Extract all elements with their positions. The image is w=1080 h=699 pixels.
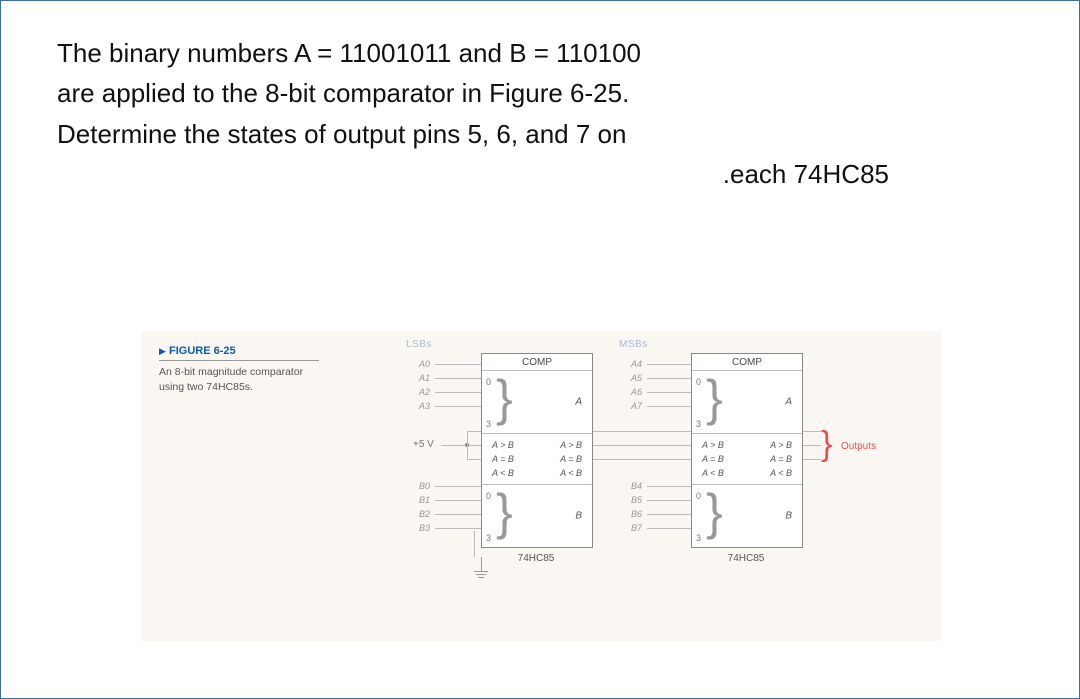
wire: [435, 514, 481, 515]
wire: [435, 378, 481, 379]
pin-b4: B4: [631, 481, 642, 491]
wire: [647, 500, 691, 501]
pin-num-3: 3: [486, 417, 491, 431]
pin-a7: A7: [631, 401, 642, 411]
brace-icon: }: [496, 373, 513, 423]
figure-label: FIGURE 6-25: [169, 345, 236, 357]
line4: .each 74HC85: [723, 159, 889, 189]
mid-l: A > B: [492, 438, 514, 452]
vcc-label: +5 V: [413, 439, 434, 450]
mid-l: A < B: [492, 466, 514, 480]
pin-b3: B3: [419, 523, 430, 533]
mid-l: A = B: [702, 452, 724, 466]
chip-lsb: COMP 0 3 } A A > B A > B A = B A = B A < B…: [481, 353, 593, 548]
mid-l: A = B: [492, 452, 514, 466]
pin-a5: A5: [631, 373, 642, 383]
cascade-wire: [591, 431, 691, 432]
output-brace-icon: }: [821, 427, 832, 461]
group-a: A: [785, 397, 792, 408]
wire: [435, 392, 481, 393]
pin-num-0: 0: [696, 375, 701, 389]
wire: [647, 378, 691, 379]
wire: [647, 486, 691, 487]
pin-num-3: 3: [696, 531, 701, 545]
group-a: A: [575, 397, 582, 408]
pin-a2: A2: [419, 387, 430, 397]
problem-text: The binary numbers A = 11001011 and B = …: [1, 1, 1079, 194]
mid-l: A > B: [702, 438, 724, 452]
chip-title: COMP: [482, 354, 592, 371]
pin-num-0: 0: [696, 489, 701, 503]
pin-a1: A1: [419, 373, 430, 383]
pin-num-0: 0: [486, 489, 491, 503]
pin-b0: B0: [419, 481, 430, 491]
pin-a4: A4: [631, 359, 642, 369]
pin-num-3: 3: [696, 417, 701, 431]
caption-desc2: using two 74HC85s.: [159, 380, 339, 395]
wire: [435, 486, 481, 487]
pin-num-0: 0: [486, 375, 491, 389]
pin-b2: B2: [419, 509, 430, 519]
line1: The binary numbers A = 11001011 and B = …: [57, 38, 641, 68]
pin-num-3: 3: [486, 531, 491, 545]
msbs-header: MSBs: [619, 339, 648, 350]
wire-vcc: [441, 445, 481, 446]
output-wire: [801, 445, 821, 446]
output-wire: [801, 459, 821, 460]
mid-r: A < B: [560, 466, 582, 480]
caption-rule: [159, 360, 319, 361]
outputs-label: Outputs: [841, 441, 876, 452]
brace-icon: }: [706, 487, 723, 537]
brace-icon: }: [706, 373, 723, 423]
lsbs-header: LSBs: [406, 339, 432, 350]
chip-name-1: 74HC85: [481, 553, 591, 564]
wire: [435, 500, 481, 501]
chip-name-2: 74HC85: [691, 553, 801, 564]
brace-icon: }: [496, 487, 513, 537]
wire-vcc-v: [467, 431, 468, 459]
line2: are applied to the 8-bit comparator in F…: [57, 78, 629, 108]
chip-msb: COMP 0 3 } A A > B A > B A = B A = B A < B…: [691, 353, 803, 548]
caption-desc1: An 8-bit magnitude comparator: [159, 365, 339, 380]
pin-b7: B7: [631, 523, 642, 533]
mid-r: A = B: [770, 452, 792, 466]
wire: [647, 364, 691, 365]
cascade-wire: [591, 445, 691, 446]
wire: [435, 364, 481, 365]
cascade-wire: [591, 459, 691, 460]
figure-6-25: ▶ FIGURE 6-25 An 8-bit magnitude compara…: [141, 331, 941, 641]
line3: Determine the states of output pins 5, 6…: [57, 119, 626, 149]
wire-gnd: [474, 531, 475, 557]
mid-l: A < B: [702, 466, 724, 480]
wire-vcc-top: [467, 431, 481, 432]
mid-r: A > B: [560, 438, 582, 452]
wire: [435, 528, 481, 529]
pin-a0: A0: [419, 359, 430, 369]
group-b: B: [575, 511, 582, 522]
chip-title: COMP: [692, 354, 802, 371]
wire: [647, 406, 691, 407]
pin-b5: B5: [631, 495, 642, 505]
pin-b6: B6: [631, 509, 642, 519]
figure-caption: ▶ FIGURE 6-25 An 8-bit magnitude compara…: [159, 345, 339, 394]
wire: [435, 406, 481, 407]
pin-b1: B1: [419, 495, 430, 505]
mid-r: A < B: [770, 466, 792, 480]
mid-r: A = B: [560, 452, 582, 466]
wire: [647, 528, 691, 529]
wire-vcc-bot: [467, 459, 481, 460]
mid-r: A > B: [770, 438, 792, 452]
pin-a3: A3: [419, 401, 430, 411]
output-wire: [801, 431, 821, 432]
group-b: B: [785, 511, 792, 522]
pin-a6: A6: [631, 387, 642, 397]
wire: [647, 392, 691, 393]
wire: [647, 514, 691, 515]
